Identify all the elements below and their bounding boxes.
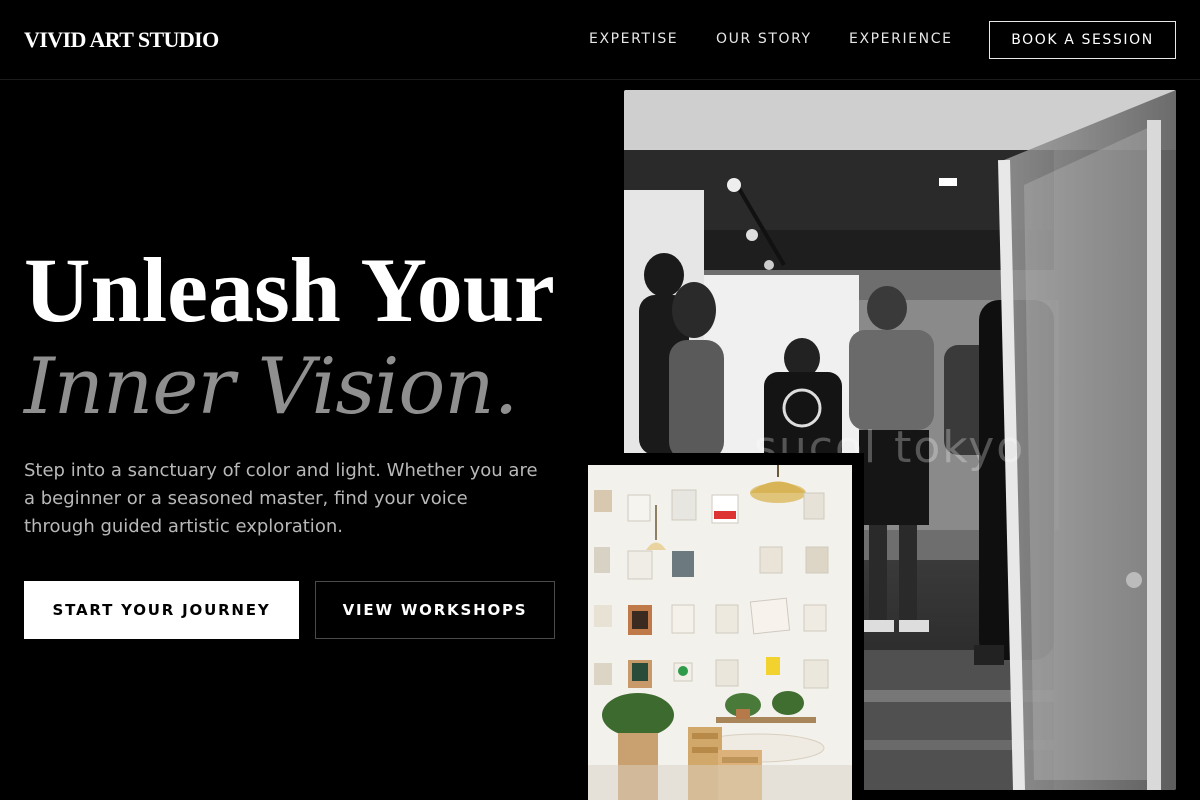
view-workshops-button[interactable]: VIEW WORKSHOPS <box>315 581 555 639</box>
nav-link-our-story[interactable]: OUR STORY <box>716 31 812 47</box>
start-journey-button[interactable]: START YOUR JOURNEY <box>24 581 299 639</box>
studio-photo-illustration <box>588 465 852 800</box>
hero-title-line1: Unleash Your <box>24 239 555 341</box>
site-header: VIVID ART STUDIO EXPERTISE OUR STORY EXP… <box>0 0 1200 80</box>
brand-logo[interactable]: VIVID ART STUDIO <box>24 27 219 53</box>
nav-link-expertise[interactable]: EXPERTISE <box>589 31 678 47</box>
studio-photo <box>576 453 864 800</box>
nav-link-experience[interactable]: EXPERIENCE <box>849 31 953 47</box>
hero-title-line2: Inner Vision. <box>24 342 518 432</box>
book-session-button[interactable]: BOOK A SESSION <box>989 21 1176 59</box>
hero-subtitle: Step into a sanctuary of color and light… <box>24 460 538 537</box>
